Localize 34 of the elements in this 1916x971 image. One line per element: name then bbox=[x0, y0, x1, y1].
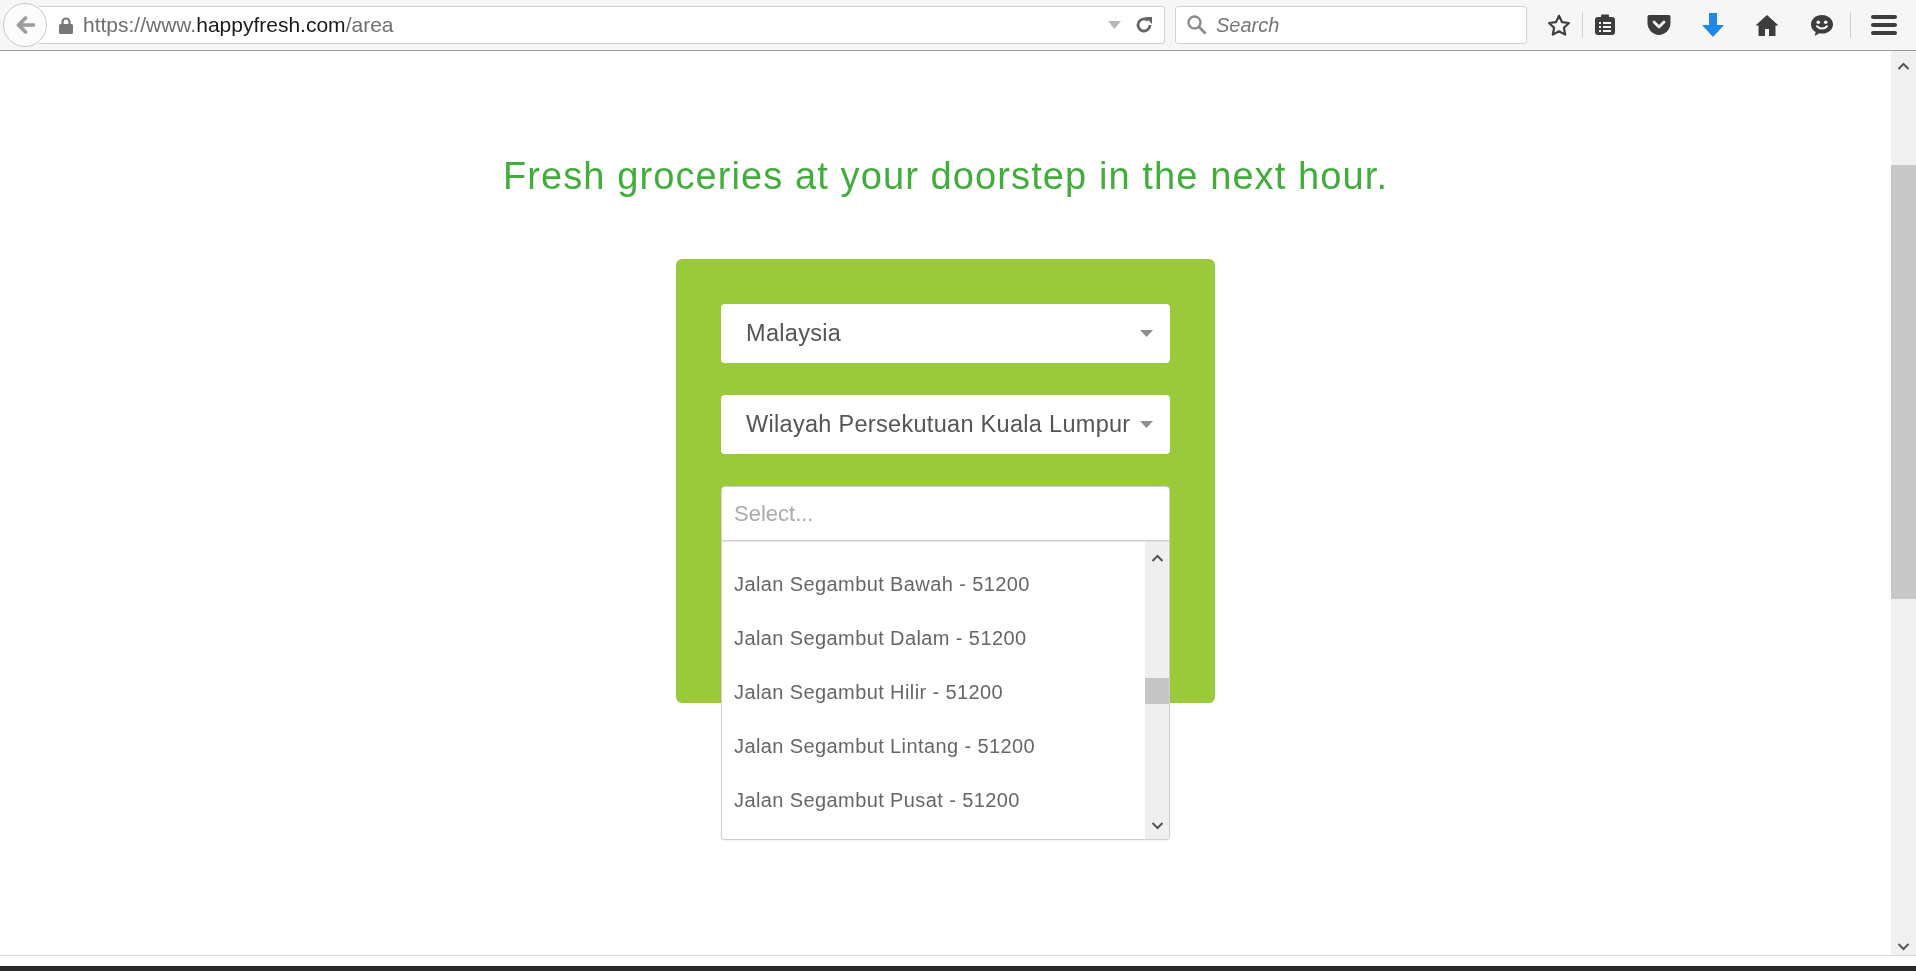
home-icon[interactable] bbox=[1755, 14, 1779, 36]
back-button[interactable] bbox=[3, 3, 47, 47]
chevron-shield-icon[interactable] bbox=[1647, 14, 1671, 36]
list-scrollbar-track[interactable] bbox=[1145, 542, 1169, 839]
option-item[interactable]: Jalan Segambut Pusat - 51200 bbox=[722, 773, 1145, 827]
lock-icon bbox=[59, 16, 73, 34]
option-item[interactable]: Jalan Segambut Lintang - 51200 bbox=[722, 719, 1145, 773]
option-item[interactable]: Jalan Segambut Bawah - 51200 bbox=[722, 557, 1145, 611]
select-dropdown[interactable]: Wilayah Persekutuan Kuala Lumpur bbox=[721, 395, 1170, 454]
chevron-down-icon[interactable] bbox=[1897, 943, 1910, 951]
page-scrollbar-track[interactable] bbox=[1891, 51, 1916, 955]
reload-icon[interactable] bbox=[1135, 16, 1153, 34]
area-search-field[interactable]: Select... bbox=[721, 486, 1170, 541]
arrow-down-icon[interactable] bbox=[1702, 13, 1724, 37]
option-item[interactable]: Jalan Segambut Dalam - 51200 bbox=[722, 611, 1145, 665]
search-field[interactable]: Search bbox=[1175, 6, 1527, 44]
star-icon[interactable] bbox=[1547, 13, 1571, 37]
caret-down-icon bbox=[1140, 421, 1153, 428]
address-bar[interactable]: https://www.happyfresh.com/area bbox=[39, 6, 1165, 44]
select-dropdown[interactable]: Malaysia bbox=[721, 304, 1170, 363]
url-text: https://www.happyfresh.com/area bbox=[83, 13, 394, 37]
page-heading: Fresh groceries at your doorstep in the next hour. bbox=[502, 155, 1389, 198]
arrow-left-icon bbox=[15, 16, 35, 34]
chevron-up-icon[interactable] bbox=[1897, 62, 1910, 70]
page-scrollbar-thumb[interactable] bbox=[1891, 165, 1916, 599]
search-icon bbox=[1187, 15, 1206, 34]
chevron-down-icon[interactable] bbox=[1150, 822, 1164, 830]
menu-icon[interactable] bbox=[1871, 14, 1897, 36]
chevron-up-icon[interactable] bbox=[1150, 554, 1164, 562]
caret-down-icon bbox=[1140, 330, 1153, 337]
option-item[interactable]: Jalan Segambut Hilir - 51200 bbox=[722, 665, 1145, 719]
list-scrollbar-thumb[interactable] bbox=[1145, 678, 1169, 704]
smiley-bubble-icon[interactable] bbox=[1810, 13, 1834, 37]
list-icon[interactable] bbox=[1594, 14, 1616, 36]
